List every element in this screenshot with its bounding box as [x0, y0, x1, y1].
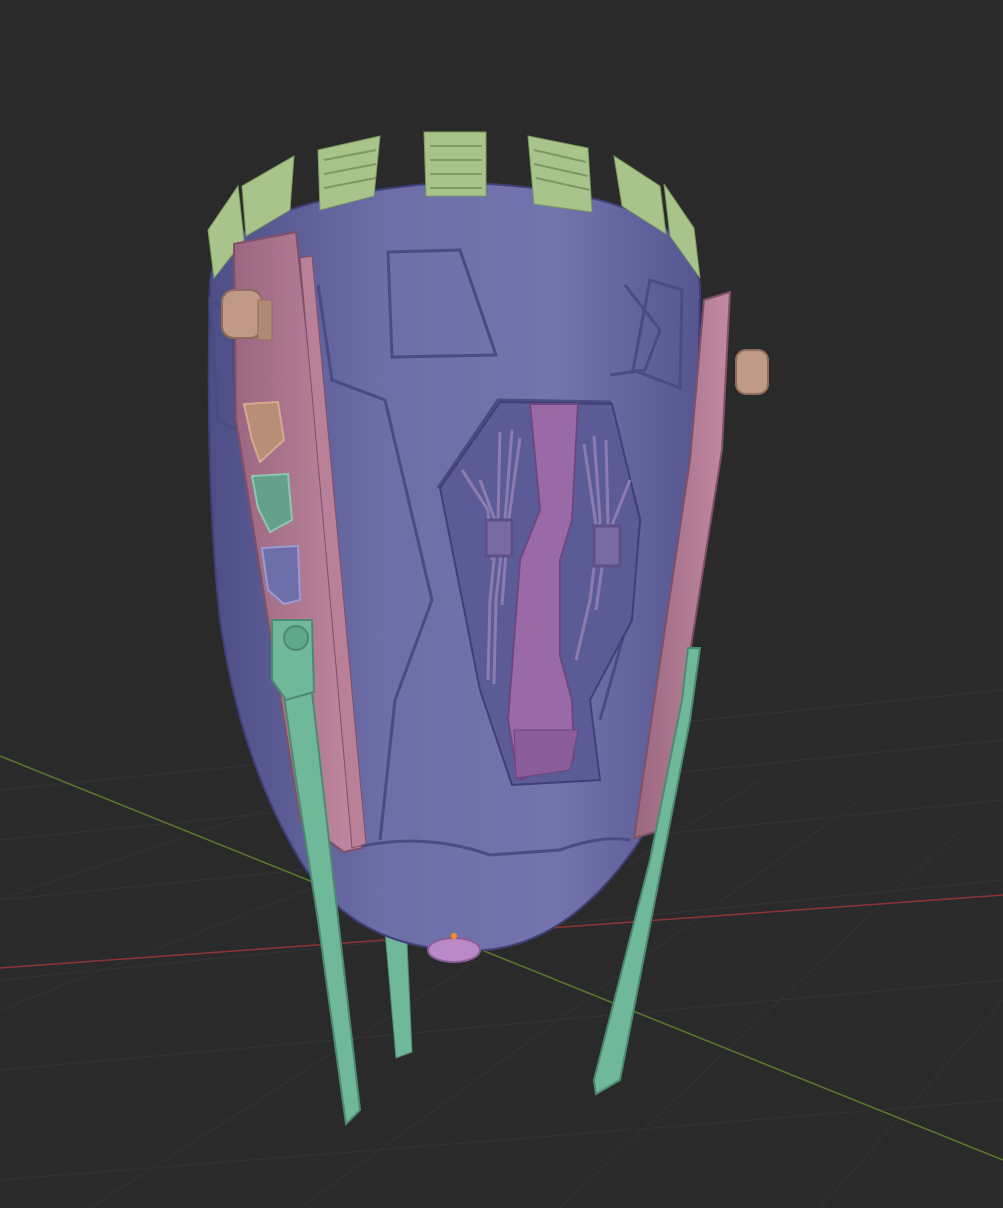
leg-hinge-left [283, 625, 309, 651]
bottom-nozzle [427, 937, 481, 963]
viewport-scene[interactable] [0, 0, 1003, 1208]
vent-fin [423, 131, 487, 197]
side-thruster-right[interactable] [735, 349, 769, 395]
3d-viewport[interactable] [0, 0, 1003, 1208]
origin-point [451, 933, 457, 939]
